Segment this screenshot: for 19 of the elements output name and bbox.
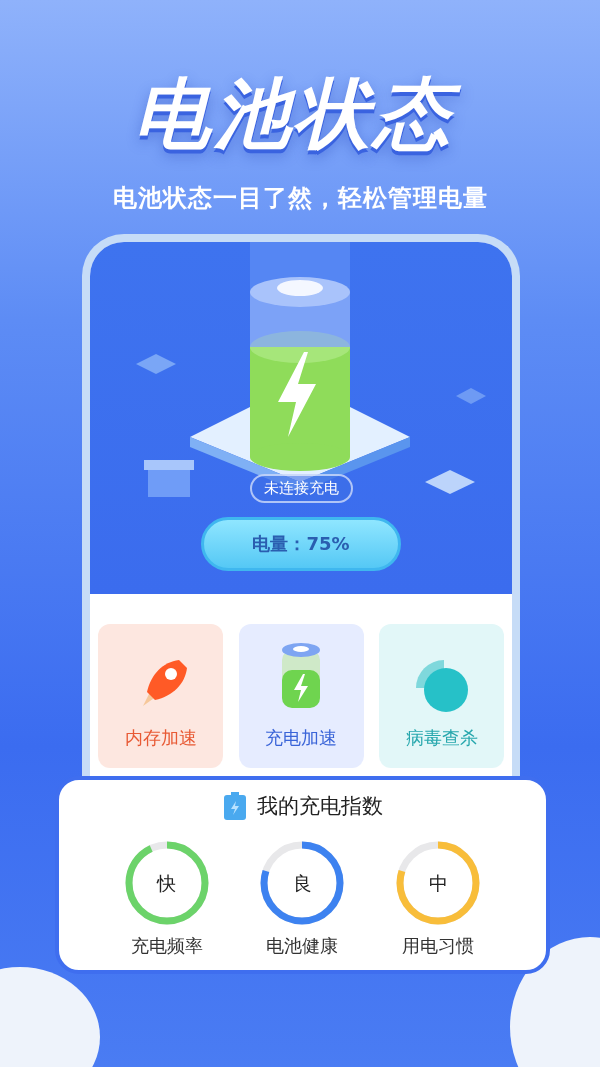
battery-level-pill: 电量：75% (201, 516, 401, 571)
tool-card[interactable]: 病毒查杀 (379, 623, 504, 768)
charging-status: 未连接充电 (249, 473, 353, 503)
battery-icon (222, 791, 247, 820)
subtitle: 电池状态一目了然，轻松管理电量 (112, 182, 488, 214)
grade-text: 中 (428, 871, 448, 894)
panel-title: 我的充电指数 (256, 792, 383, 820)
tool-label: 内存加速 (124, 725, 197, 750)
tool-label: 病毒查杀 (405, 725, 478, 750)
headline: 电池状态 (124, 68, 476, 168)
meter-label: 充电频率 (130, 933, 203, 958)
meter-label: 电池健康 (266, 933, 339, 958)
grade-text: 快 (157, 871, 177, 894)
pie-chart-icon (413, 657, 470, 714)
tool-card[interactable]: 内存加速 (98, 623, 223, 768)
grade-text: 良 (293, 871, 312, 894)
tool-card[interactable]: 充电加速 (238, 623, 364, 768)
tool-label: 充电加速 (265, 725, 337, 750)
meter-label: 用电习惯 (402, 933, 475, 958)
